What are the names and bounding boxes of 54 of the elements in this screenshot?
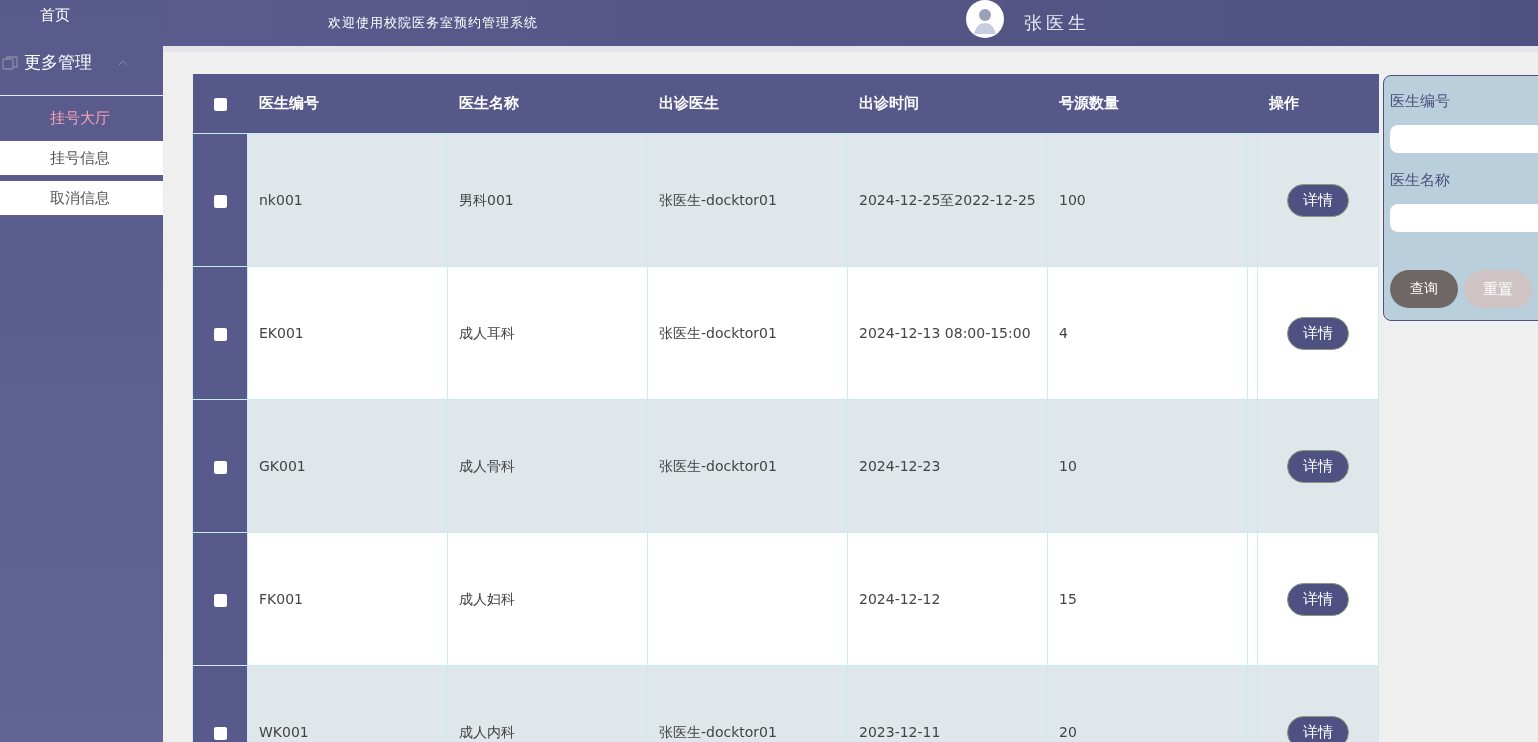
table-cell: 张医生-docktor01 xyxy=(659,458,777,474)
table-cell: EK001 xyxy=(259,325,304,341)
sidebar-group-label[interactable]: 更多管理 xyxy=(24,51,92,74)
table-cell: 15 xyxy=(1059,591,1077,607)
avatar-icon xyxy=(966,0,1004,38)
table-cell: 2024-12-25至2022-12-25 xyxy=(859,192,1036,208)
table-cell: 4 xyxy=(1059,325,1068,341)
row-checkbox[interactable] xyxy=(213,593,227,607)
table-cell: 成人妇科 xyxy=(459,591,515,607)
table-cell: 张医生-docktor01 xyxy=(659,325,777,341)
column-header: 出诊时间 xyxy=(858,94,919,112)
table-cell: 成人耳科 xyxy=(459,325,515,341)
detail-button[interactable]: 详情 xyxy=(1287,316,1349,350)
field-label: 医生编号 xyxy=(1390,92,1451,111)
table-cell: 2024-12-12 xyxy=(859,591,941,607)
detail-button[interactable]: 详情 xyxy=(1287,715,1349,742)
column-header: 出诊医生 xyxy=(658,94,719,112)
table-cell: 2024-12-13 08:00-15:00 xyxy=(859,325,1031,341)
system-title: 欢迎使用校院医务室预约管理系统 xyxy=(328,14,538,32)
copy-icon xyxy=(2,54,18,71)
detail-button[interactable]: 详情 xyxy=(1287,582,1349,616)
table-cell: 成人骨科 xyxy=(459,458,515,474)
table-cell: 20 xyxy=(1059,724,1077,740)
table-cell: 10 xyxy=(1059,458,1077,474)
input-field[interactable] xyxy=(1390,204,1538,232)
table-cell: 男科001 xyxy=(459,192,514,208)
table-cell: 张医生-docktor01 xyxy=(659,724,777,740)
column-header: 操作 xyxy=(1268,94,1299,112)
column-header: 医生编号 xyxy=(258,94,319,112)
detail-button[interactable]: 详情 xyxy=(1287,449,1349,483)
table-cell: 成人内科 xyxy=(459,724,515,740)
row-checkbox[interactable] xyxy=(213,726,227,740)
field-label: 医生名称 xyxy=(1390,171,1451,190)
select-all-checkbox[interactable] xyxy=(213,97,227,111)
user-name: 张医生 xyxy=(1024,11,1090,35)
table-cell: FK001 xyxy=(259,591,303,607)
table-cell: 张医生-docktor01 xyxy=(659,192,777,208)
table-cell: 2024-12-23 xyxy=(859,458,941,474)
detail-button[interactable]: 详情 xyxy=(1287,183,1349,217)
input-field[interactable] xyxy=(1390,125,1538,153)
search-button[interactable]: 查询 xyxy=(1390,270,1458,308)
sidebar-item[interactable]: 取消信息 xyxy=(0,181,163,215)
row-checkbox[interactable] xyxy=(213,460,227,474)
row-checkbox[interactable] xyxy=(213,327,227,341)
row-checkbox[interactable] xyxy=(213,194,227,208)
column-header: 号源数量 xyxy=(1058,94,1119,112)
sidebar-item[interactable]: 首页 xyxy=(0,0,70,30)
table-cell: 100 xyxy=(1059,192,1086,208)
column-header: 医生名称 xyxy=(458,94,519,112)
table-cell: nk001 xyxy=(259,192,303,208)
table-cell: WK001 xyxy=(259,724,309,740)
table-cell: GK001 xyxy=(259,458,306,474)
table-cell: 2023-12-11 xyxy=(859,724,941,740)
sidebar-item[interactable]: 挂号信息 xyxy=(0,141,163,175)
